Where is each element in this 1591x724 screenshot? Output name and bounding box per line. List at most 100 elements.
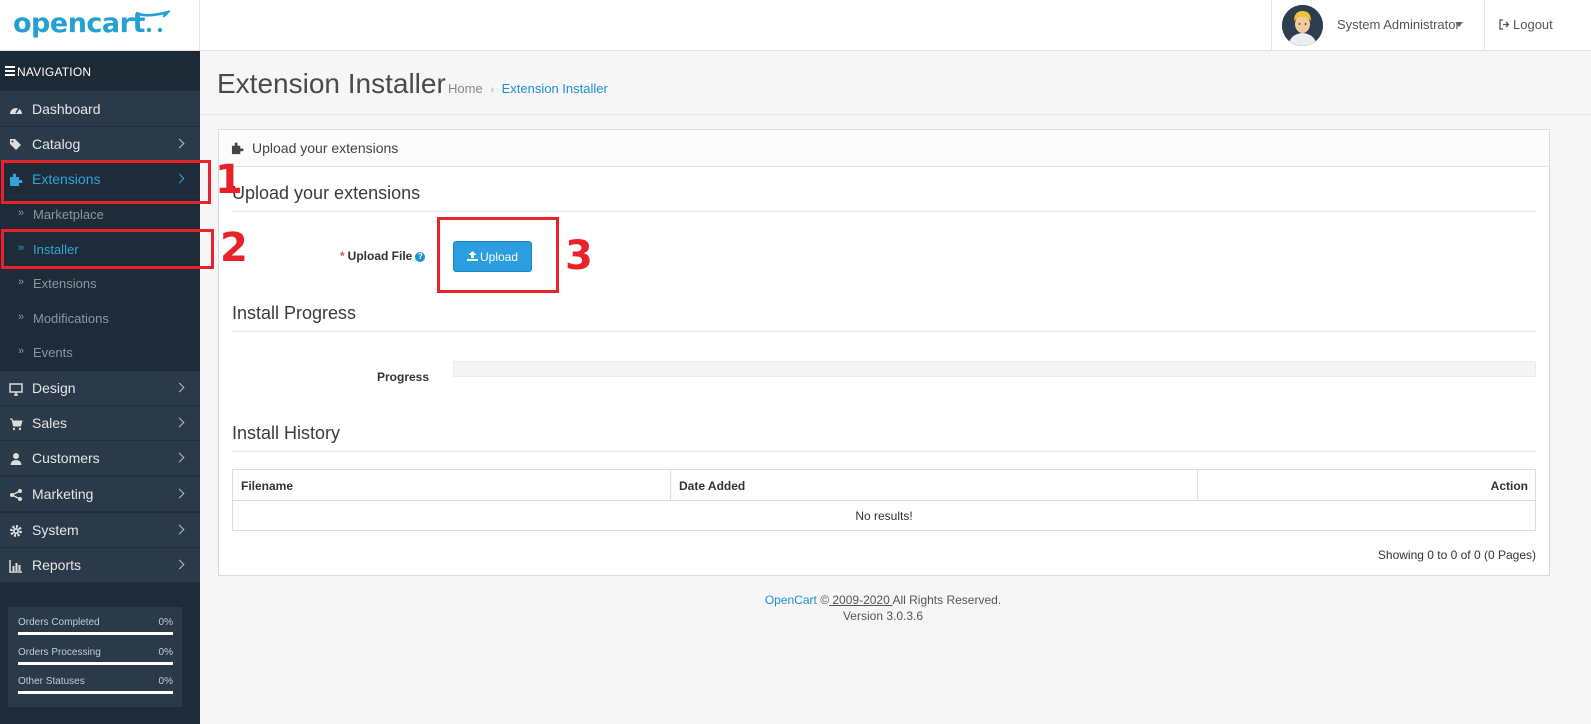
sidebar-item-sales[interactable]: Sales (0, 406, 200, 441)
caret-down-icon[interactable] (1455, 22, 1463, 27)
panel-heading: Upload your extensions (219, 130, 1549, 167)
footer-brand-link[interactable]: OpenCart (765, 593, 817, 607)
user-name[interactable]: System Administrator (1337, 17, 1460, 32)
footer-rights: All Rights Reserved. (892, 593, 1002, 607)
stat-percent: 0% (158, 617, 173, 628)
sidebar-item-catalog[interactable]: Catalog (0, 127, 200, 162)
stat-label: Orders Processing (18, 647, 101, 658)
sidebar-subitem-label: Modifications (33, 311, 109, 326)
order-stats: Orders Completed 0% Orders Processing 0%… (8, 607, 182, 707)
callout-box-3 (437, 217, 559, 293)
sidebar-item-customers[interactable]: Customers (0, 441, 200, 476)
share-icon (10, 489, 22, 501)
navigation-header[interactable]: NAVIGATION (0, 51, 200, 92)
section-progress-title: Install Progress (232, 303, 1536, 332)
panel-heading-title: Upload your extensions (252, 140, 399, 156)
puzzle-icon (231, 142, 244, 155)
sidebar-item-label: Sales (32, 415, 68, 431)
chevron-right-icon (174, 382, 185, 393)
sidebar-item-label: Design (32, 380, 76, 396)
chevron-right-icon (174, 559, 185, 570)
help-icon[interactable]: ? (415, 252, 426, 262)
sidebar-subitem-events[interactable]: » Events (0, 336, 200, 370)
avatar[interactable] (1282, 5, 1323, 46)
upload-panel: Upload your extensions Upload your exten… (218, 129, 1550, 576)
chevron-right-icon (174, 417, 185, 428)
sidebar-subitem-label: Extensions (33, 276, 97, 291)
stat-percent: 0% (158, 676, 173, 687)
sidebar: NAVIGATION Dashboard Catalog Extensions … (0, 51, 200, 724)
sidebar-subitem-label: Marketplace (33, 207, 104, 222)
chevron-right-icon (174, 138, 185, 149)
breadcrumb-home[interactable]: Home (448, 81, 483, 96)
divider (200, 114, 1591, 115)
sidebar-item-label: Dashboard (32, 101, 101, 117)
progress-label: Progress (377, 370, 430, 384)
sidebar-item-system[interactable]: System (0, 513, 200, 548)
upload-file-label-text: Upload File (347, 249, 413, 263)
sidebar-item-label: System (32, 522, 79, 538)
chevron-right-icon (174, 488, 185, 499)
monitor-icon (9, 383, 23, 396)
column-header-label: Filename (241, 479, 294, 493)
breadcrumb-current[interactable]: Extension Installer (502, 81, 608, 96)
cart-icon (10, 418, 23, 431)
page-title: Extension Installer (217, 68, 446, 99)
double-chevron-icon: » (18, 345, 25, 357)
column-header-date-added[interactable]: Date Added (671, 470, 1198, 501)
stat-progress-bar (18, 632, 173, 635)
upload-file-label: * Upload File? (340, 249, 426, 263)
footer-years: 2009-2020 (829, 593, 893, 607)
sidebar-subitem-modifications[interactable]: » Modifications (0, 302, 200, 336)
bar-chart-icon (9, 560, 22, 573)
double-chevron-icon: » (18, 207, 25, 219)
table-row-empty: No results! (855, 509, 913, 523)
column-header-label: Action (1490, 479, 1528, 493)
sidebar-item-design[interactable]: Design (0, 371, 200, 406)
sidebar-item-dashboard[interactable]: Dashboard (0, 92, 200, 127)
chevron-right-icon (174, 524, 185, 535)
chevron-right-icon (174, 452, 185, 463)
column-header-label: Date Added (679, 479, 746, 493)
footer: OpenCart © 2009-2020 All Rights Reserved… (200, 592, 1566, 624)
tags-icon (10, 139, 21, 150)
user-menu[interactable]: System Administrator (1271, 0, 1484, 50)
stat-progress-bar (18, 662, 173, 665)
sidebar-item-marketing[interactable]: Marketing (0, 477, 200, 512)
stat-label: Orders Completed (18, 617, 100, 628)
footer-version: Version 3.0.3.6 (842, 609, 924, 623)
column-header-action: Action (1198, 470, 1535, 501)
sidebar-item-label: Catalog (32, 136, 81, 152)
logo-area[interactable]: opencart (0, 0, 200, 50)
callout-number-2: 2 (220, 225, 248, 271)
section-history-title: Install History (232, 423, 1536, 452)
sidebar-subitem-label: Events (33, 345, 73, 360)
install-history-table: Filename Date Added Action No results! (232, 469, 1536, 531)
opencart-logo[interactable]: opencart (13, 8, 145, 39)
breadcrumb-separator-icon: › (490, 84, 494, 96)
logout-label[interactable]: Logout (1513, 17, 1553, 32)
sidebar-subitem-extensions[interactable]: » Extensions (0, 267, 200, 301)
callout-number-1: 1 (215, 157, 243, 203)
logout-button[interactable]: Logout (1484, 0, 1591, 50)
stat-label: Other Statuses (18, 676, 85, 687)
column-header-filename[interactable]: Filename (233, 470, 671, 501)
gear-icon (10, 525, 22, 537)
sidebar-item-label: Customers (32, 450, 100, 466)
sidebar-item-reports[interactable]: Reports (0, 548, 200, 583)
double-chevron-icon: » (18, 311, 25, 323)
navigation-title: NAVIGATION (17, 65, 92, 79)
section-upload-title: Upload your extensions (232, 183, 1536, 212)
double-chevron-icon: » (18, 276, 25, 288)
pagination-summary: Showing 0 to 0 of 0 (0 Pages) (1377, 548, 1536, 562)
install-progress-bar (453, 361, 1536, 377)
required-mark: * (340, 249, 345, 263)
callout-number-3: 3 (565, 233, 593, 279)
callout-box-1 (1, 160, 211, 204)
hamburger-icon[interactable] (5, 66, 15, 76)
sign-out-icon (1499, 19, 1510, 30)
stat-percent: 0% (158, 647, 173, 658)
stat-progress-bar (18, 691, 173, 694)
cart-logo-icon (136, 10, 170, 33)
user-icon (10, 453, 22, 465)
